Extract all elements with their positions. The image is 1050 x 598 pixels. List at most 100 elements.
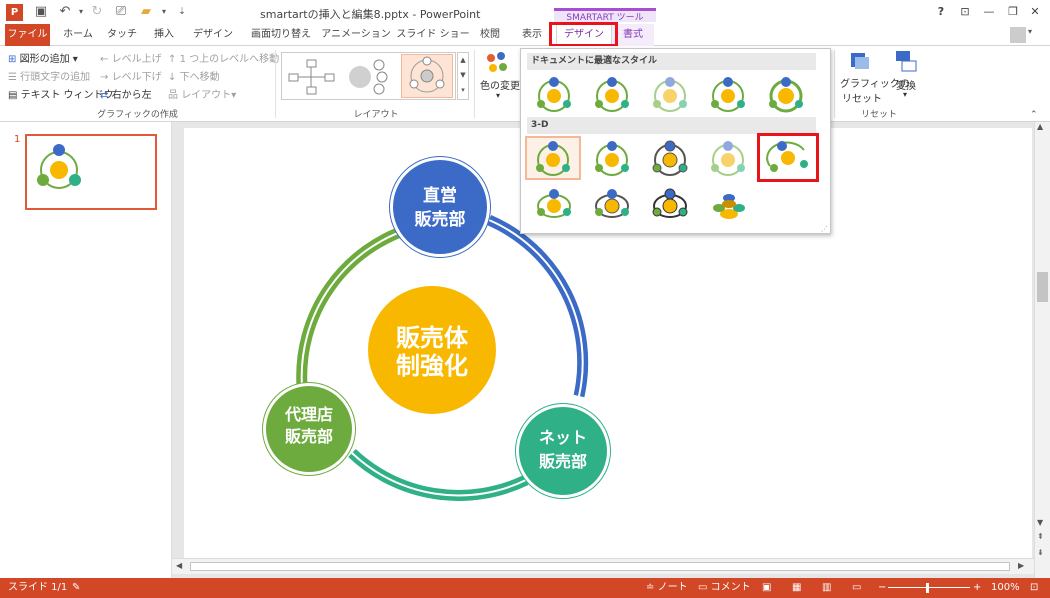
layout-option-hierarchy[interactable] [286,57,338,97]
tab-design[interactable]: デザイン [188,24,238,46]
save-icon[interactable]: ▣ [33,4,49,20]
normal-view-icon[interactable]: ▣ [762,578,771,598]
ribbon-display-icon[interactable]: ⊡ [955,4,975,20]
tab-review[interactable]: 校閲 [474,24,506,46]
convert-dropdown-icon[interactable]: ▾ [903,90,907,99]
collapse-ribbon-icon[interactable]: ⌃ [1030,110,1038,120]
add-bullet-button[interactable]: ☰ 行頭文字の追加 [8,68,90,83]
add-shape-button[interactable]: ⊞ 図形の追加 ▾ [8,50,78,65]
style-option-3d-inset[interactable] [587,138,637,178]
gallery-section-best-match: ドキュメントに最適なスタイル [527,53,816,70]
minimize-icon[interactable]: — [979,4,999,20]
comments-button[interactable]: ▭ コメント [698,578,751,598]
group-label-create-graphic: グラフィックの作成 [97,110,178,120]
slide-thumbnail[interactable] [25,134,157,210]
user-avatar[interactable] [1010,27,1026,43]
tab-insert[interactable]: 挿入 [146,24,182,46]
next-slide-icon[interactable]: ⇟ [1037,548,1044,557]
layout-option-bubble[interactable] [344,57,396,97]
move-down-button[interactable]: ↓ 下へ移動 [168,68,220,83]
layout-button[interactable]: 品 レイアウト▾ [168,86,236,101]
right-to-left-icon: ⇄ [100,90,109,101]
style-option-3d-flat[interactable] [529,184,579,224]
vertical-scroll-thumb[interactable] [1037,272,1048,302]
layout-option-cycle-selected[interactable] [401,54,453,98]
tab-home[interactable]: ホーム [58,24,98,46]
zoom-slider[interactable] [888,587,970,588]
spellcheck-icon[interactable]: ✎ [72,578,80,598]
change-colors-button[interactable]: 色の変更 [480,77,520,92]
style-option-subtle-effect[interactable] [645,74,695,114]
title-bar: P ▣ ↶ ▾ ↻ ⎚ ▰ ▾ ⇣ smartartの挿入と編集8.pptx -… [0,0,1050,24]
tab-transitions[interactable]: 画面切り替え [246,24,316,46]
horizontal-scroll-thumb[interactable] [190,562,1010,571]
scroll-down-icon[interactable]: ▼ [1037,518,1043,527]
style-option-simple-fill[interactable] [529,74,579,114]
style-option-moderate-effect[interactable] [703,74,753,114]
zoom-in-icon[interactable]: + [973,578,981,598]
redo-icon[interactable]: ↻ [89,4,105,20]
demote-button[interactable]: → レベル下げ [100,68,162,83]
scroll-up-icon[interactable]: ▲ [1037,122,1043,131]
tab-smartart-format[interactable]: 書式 [612,24,654,46]
undo-dropdown-icon[interactable]: ▾ [73,4,89,20]
fit-slide-icon[interactable]: ⊡ [1030,578,1038,598]
restore-icon[interactable]: ❐ [1003,4,1023,20]
tab-animations[interactable]: アニメーション [320,24,392,46]
zoom-level[interactable]: 100% [991,578,1020,598]
slide-number: 1 [14,134,21,145]
undo-icon[interactable]: ↶ [57,4,73,20]
style-option-3d-cartoon[interactable] [645,138,695,178]
notes-button[interactable]: ≐ ノート [646,578,688,598]
help-icon[interactable]: ? [931,4,951,20]
style-option-3d-sunset[interactable] [645,184,695,224]
close-icon[interactable]: ✕ [1025,4,1045,20]
style-option-3d-brick-scene-highlighted[interactable] [757,133,819,182]
folder-dropdown-icon[interactable]: ▾ [156,4,172,20]
style-option-3d-metallic[interactable] [587,184,637,224]
tab-view[interactable]: 表示 [514,24,550,46]
style-option-3d-polished[interactable] [525,136,581,180]
open-folder-icon[interactable]: ▰ [138,4,154,20]
change-colors-dropdown-icon[interactable]: ▾ [496,91,500,100]
text-pane-button[interactable]: ▤ テキスト ウィンドウ [8,86,114,101]
tab-touch[interactable]: タッチ [104,24,140,46]
vertical-scrollbar[interactable]: ▲ ▼ ⇞ ⇟ [1034,122,1050,578]
reset-graphic-button[interactable]: グラフィックの リセット [840,75,910,105]
slide-sorter-icon[interactable]: ▦ [792,578,801,598]
style-option-3d-birds-eye[interactable] [703,184,753,224]
convert-icon [894,49,918,73]
gallery-section-3d: 3-D [527,117,816,134]
scroll-left-icon[interactable]: ◀ [176,561,182,570]
status-bar: スライド 1/1 ✎ ≐ ノート ▭ コメント ▣ ▦ ▥ ▭ − + 100%… [0,578,1050,598]
move-up-icon: ↑ [168,54,177,65]
start-from-beginning-icon[interactable]: ⎚ [113,4,129,20]
powerpoint-logo-icon: P [6,4,23,21]
previous-slide-icon[interactable]: ⇞ [1037,532,1044,541]
promote-button[interactable]: ← レベル上げ [100,50,162,65]
style-option-white-outline[interactable] [587,74,637,114]
highlight-design-tab [549,22,618,47]
zoom-out-icon[interactable]: − [878,578,886,598]
arc-right [486,214,589,398]
style-option-3d-powder[interactable] [703,138,753,178]
layout-gallery-scroll[interactable]: ▲ ▼ ▾ [457,52,469,100]
right-to-left-button[interactable]: ⇄ 右から左 [100,86,152,101]
horizontal-scrollbar[interactable]: ◀ ▶ [172,558,1034,574]
reading-view-icon[interactable]: ▥ [822,578,831,598]
account-dropdown-icon[interactable]: ▾ [1028,27,1032,36]
move-up-button[interactable]: ↑ 1 つ上のレベルへ移動 [168,50,279,65]
group-label-reset: リセット [860,110,897,120]
zoom-slider-thumb[interactable] [926,583,929,593]
customize-qat-icon[interactable]: ⇣ [174,4,190,20]
ribbon-tabs: ファイル ホーム タッチ 挿入 デザイン 画面切り替え アニメーション スライド… [0,24,1050,47]
move-down-icon: ↓ [168,72,177,83]
demote-icon: → [100,72,109,83]
gallery-resize-handle-icon[interactable]: ⋰ [821,225,828,233]
scroll-right-icon[interactable]: ▶ [1018,561,1024,570]
slideshow-view-icon[interactable]: ▭ [852,578,861,598]
tab-file[interactable]: ファイル [5,24,50,46]
top-circle-text: 直営 販売部 [414,186,466,230]
tab-slideshow[interactable]: スライド ショー [396,24,470,46]
style-option-intense-effect[interactable] [761,74,811,114]
